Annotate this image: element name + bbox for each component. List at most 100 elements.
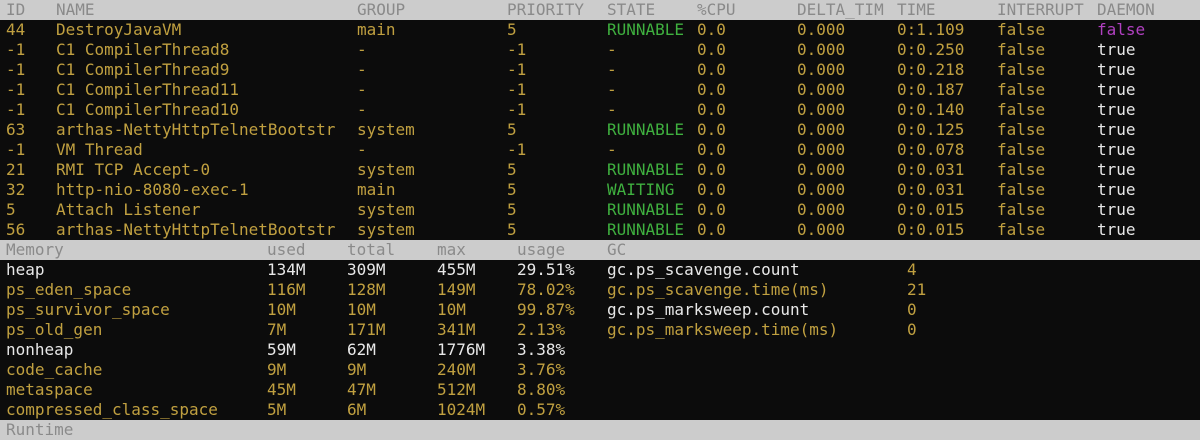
thread-cell-daemon: true [1097, 200, 1136, 219]
thread-cell-time: 0:0.015 [897, 220, 965, 239]
thread-cell-daemon: true [1097, 80, 1136, 99]
thread-row: -1 C1 CompilerThread10 - -1 - 0.0 0.000 0:0.140… [0, 100, 1200, 120]
memory-cell-used: 45M [267, 380, 296, 399]
thread-cell-id: -1 [6, 100, 26, 119]
memory-cell-usage: 8.80% [517, 380, 566, 399]
memory-cell-total: 62M [347, 340, 376, 359]
gc-metric-name: gc.ps_scavenge.count [607, 260, 800, 279]
thread-cell-group: system [357, 120, 415, 139]
thread-cell-priority: -1 [507, 80, 527, 99]
thread-row: -1 C1 CompilerThread9 - -1 - 0.0 0.000 0:0.218 f… [0, 60, 1200, 80]
memory-row: ps_eden_space 116M 128M 149M 78.02% gc.ps_sca… [0, 280, 1200, 300]
thread-cell-state: RUNNABLE [607, 200, 685, 219]
thread-row: 21 RMI TCP Accept-0 system 5 RUNNABLE 0.0 0.00… [0, 160, 1200, 180]
thread-row: 63 arthas-NettyHttpTelnetBootstr system 5 RU… [0, 120, 1200, 140]
thread-cell-time: 0:0.250 [897, 40, 965, 59]
thread-cell-group: - [357, 140, 367, 159]
thread-cell-daemon: true [1097, 140, 1136, 159]
memory-row: compressed_class_space 5M 6M 1024M 0.57% [0, 400, 1200, 420]
thread-cell-daemon: true [1097, 180, 1136, 199]
thread-cell-state: RUNNABLE [607, 120, 685, 139]
thread-col-time: TIME [897, 0, 936, 19]
memory-cell-memory: metaspace [6, 380, 93, 399]
thread-cell-cpu: 0.0 [697, 160, 726, 179]
thread-cell-time: 0:0.218 [897, 60, 965, 79]
thread-cell-interrupt: false [997, 180, 1046, 199]
thread-cell-state: - [607, 80, 617, 99]
thread-row: -1 C1 CompilerThread11 - -1 - 0.0 0.000 0:0.187… [0, 80, 1200, 100]
thread-col-interrupt: INTERRUPT [997, 0, 1084, 19]
thread-cell-delta-tim: 0.000 [797, 40, 846, 59]
thread-cell-id: 5 [6, 200, 16, 219]
thread-col-id: ID [6, 0, 26, 19]
thread-cell-group: system [357, 200, 415, 219]
memory-cell-total: 171M [347, 320, 386, 339]
thread-cell-time: 0:0.125 [897, 120, 965, 139]
thread-cell-name: arthas-NettyHttpTelnetBootstr [56, 120, 336, 139]
thread-cell-interrupt: false [997, 140, 1046, 159]
thread-cell-delta-tim: 0.000 [797, 160, 846, 179]
thread-col-delta-tim: DELTA_TIM [797, 0, 884, 19]
thread-cell-delta-tim: 0.000 [797, 220, 846, 239]
thread-cell-group: - [357, 60, 367, 79]
memory-cell-usage: 3.76% [517, 360, 566, 379]
thread-cell-group: main [357, 20, 396, 39]
memory-cell-usage: 2.13% [517, 320, 566, 339]
memory-cell-usage: 0.57% [517, 400, 566, 419]
thread-cell-interrupt: false [997, 40, 1046, 59]
thread-cell-interrupt: false [997, 20, 1046, 39]
memory-cell-max: 1024M [437, 400, 486, 419]
thread-cell-id: -1 [6, 80, 26, 99]
thread-cell-id: 21 [6, 160, 26, 179]
thread-cell-id: -1 [6, 40, 26, 59]
gc-metric-name: gc.ps_marksweep.time(ms) [607, 320, 839, 339]
thread-cell-group: main [357, 180, 396, 199]
thread-cell-id: 63 [6, 120, 26, 139]
thread-cell-state: RUNNABLE [607, 220, 685, 239]
thread-cell-state: - [607, 60, 617, 79]
thread-cell-name: http-nio-8080-exec-1 [56, 180, 249, 199]
memory-cell-total: 128M [347, 280, 386, 299]
memory-row: code_cache 9M 9M 240M 3.76% [0, 360, 1200, 380]
thread-cell-group: - [357, 100, 367, 119]
thread-cell-state: - [607, 40, 617, 59]
memory-cell-usage: 78.02% [517, 280, 575, 299]
memory-col-total: total [347, 240, 396, 259]
memory-cell-used: 59M [267, 340, 296, 359]
thread-col-cpu: %CPU [697, 0, 736, 19]
memory-cell-memory: ps_old_gen [6, 320, 103, 339]
thread-cell-interrupt: false [997, 100, 1046, 119]
memory-cell-memory: heap [6, 260, 45, 279]
memory-row: heap 134M 309M 455M 29.51% gc.ps_scavenge.cou… [0, 260, 1200, 280]
thread-cell-state: - [607, 140, 617, 159]
memory-cell-usage: 29.51% [517, 260, 575, 279]
thread-cell-time: 0:0.015 [897, 200, 965, 219]
memory-cell-memory: code_cache [6, 360, 103, 379]
thread-col-state: STATE [607, 0, 656, 19]
thread-cell-time: 0:0.031 [897, 180, 965, 199]
thread-cell-interrupt: false [997, 200, 1046, 219]
memory-col-max: max [437, 240, 466, 259]
thread-cell-priority: -1 [507, 100, 527, 119]
memory-cell-memory: compressed_class_space [6, 400, 218, 419]
thread-cell-time: 0:1.109 [897, 20, 965, 39]
memory-cell-usage: 99.87% [517, 300, 575, 319]
thread-cell-state: RUNNABLE [607, 20, 685, 39]
thread-col-daemon: DAEMON [1097, 0, 1155, 19]
thread-row: 32 http-nio-8080-exec-1 main 5 WAITING 0.0 0.0… [0, 180, 1200, 200]
thread-row: -1 VM Thread - -1 - 0.0 0.000 0:0.078 false true [0, 140, 1200, 160]
memory-gc-header: Memory used total max usage GC [0, 240, 1200, 260]
memory-cell-total: 9M [347, 360, 367, 379]
memory-col-used: used [267, 240, 306, 259]
thread-cell-delta-tim: 0.000 [797, 20, 846, 39]
gc-metric-value: 0 [907, 320, 917, 339]
thread-cell-id: 44 [6, 20, 26, 39]
thread-cell-priority: 5 [507, 220, 517, 239]
memory-cell-used: 7M [267, 320, 287, 339]
memory-cell-memory: ps_survivor_space [6, 300, 170, 319]
thread-cell-priority: -1 [507, 140, 527, 159]
memory-cell-max: 341M [437, 320, 476, 339]
thread-cell-name: arthas-NettyHttpTelnetBootstr [56, 220, 336, 239]
thread-cell-group: system [357, 220, 415, 239]
memory-cell-used: 5M [267, 400, 287, 419]
